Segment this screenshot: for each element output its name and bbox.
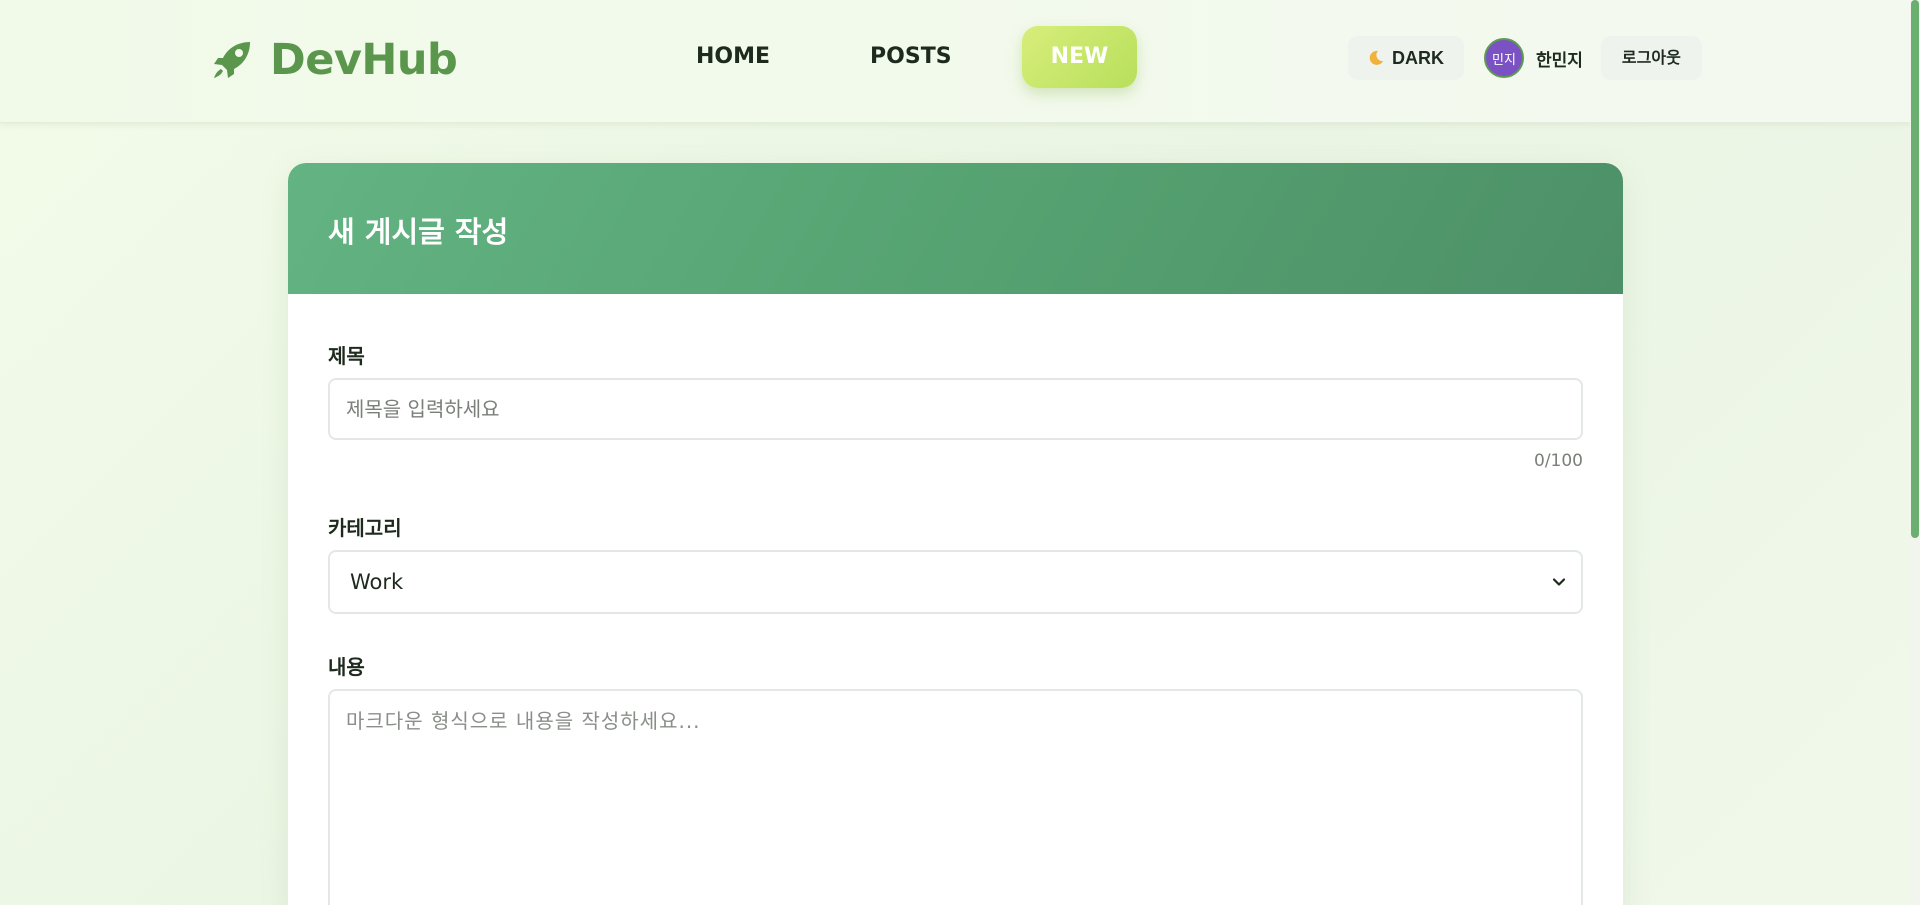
header-actions: DARK 민지 한민지 로그아웃: [1348, 36, 1702, 80]
card-header: 새 게시글 작성: [288, 163, 1623, 294]
user-menu[interactable]: 민지 한민지: [1484, 38, 1583, 78]
category-selected-value: Work: [350, 570, 404, 594]
nav-posts[interactable]: POSTS: [844, 26, 978, 88]
content-textarea[interactable]: [328, 689, 1583, 905]
moon-icon: [1369, 50, 1383, 65]
new-post-card: 새 게시글 작성 제목 0/100 카테고리 Work 내용: [288, 163, 1623, 905]
user-name: 한민지: [1536, 50, 1583, 71]
content-label: 내용: [328, 655, 365, 679]
avatar: 민지: [1484, 38, 1524, 78]
nav-new[interactable]: NEW: [1021, 26, 1138, 88]
category-label: 카테고리: [328, 516, 402, 540]
page-scrollbar[interactable]: [1910, 0, 1920, 905]
logo[interactable]: DevHub: [210, 34, 458, 86]
page-title: 새 게시글 작성: [328, 215, 509, 249]
nav-home[interactable]: HOME: [670, 26, 796, 88]
dark-mode-button[interactable]: DARK: [1348, 36, 1464, 80]
scrollbar-thumb[interactable]: [1911, 0, 1919, 538]
chevron-down-icon: [1552, 578, 1566, 586]
title-char-counter: 0/100: [1534, 451, 1583, 471]
logo-text: DevHub: [270, 35, 458, 85]
main-nav: HOME POSTS NEW: [670, 26, 1138, 88]
dark-mode-label: DARK: [1392, 47, 1444, 68]
rocket-icon: [214, 42, 250, 78]
logout-button[interactable]: 로그아웃: [1600, 36, 1702, 80]
category-select[interactable]: Work: [328, 550, 1583, 614]
top-navbar: DevHub HOME POSTS NEW DARK 민지 한민지 로그아웃: [0, 0, 1910, 123]
title-input[interactable]: [328, 378, 1583, 440]
title-label: 제목: [328, 344, 365, 368]
